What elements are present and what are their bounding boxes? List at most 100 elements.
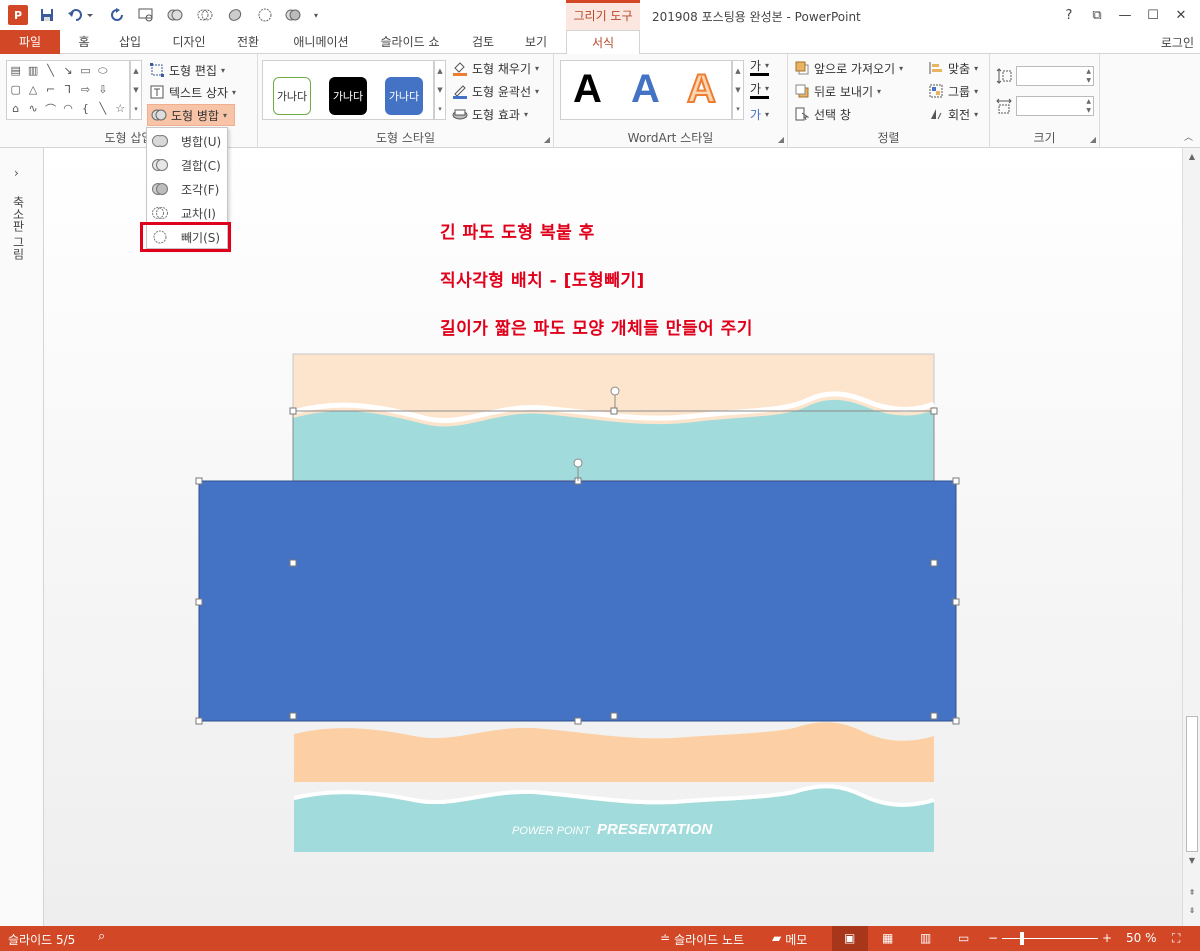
freeform-shape-icon[interactable]: ⌂ <box>7 99 24 118</box>
tab-slideshow[interactable]: 슬라이드 쇼 <box>374 30 446 54</box>
oval-shape-icon[interactable]: ⬭ <box>94 61 111 80</box>
star-shape-icon[interactable]: ☆ <box>112 99 129 118</box>
slideshow-icon[interactable] <box>136 6 156 24</box>
text-outline-button[interactable]: 가 ▾ <box>750 81 770 99</box>
zoom-slider-thumb[interactable] <box>1020 932 1024 945</box>
line-shape-icon[interactable]: ╲ <box>42 61 59 80</box>
edit-shape-button[interactable]: 도형 편집 ▾ <box>149 60 225 80</box>
wave-rotate-handle[interactable] <box>610 386 620 396</box>
undo-icon[interactable] <box>66 6 96 24</box>
orange-short-wave[interactable] <box>294 722 934 782</box>
tab-home[interactable]: 홈 <box>72 30 96 54</box>
shape-combine-icon[interactable] <box>196 6 214 24</box>
wordart-sample-orange[interactable]: A <box>686 66 717 112</box>
zoom-level[interactable]: 50 % <box>1126 931 1157 945</box>
shape-union-icon[interactable] <box>166 6 184 24</box>
wordart-gallery[interactable]: A A A <box>560 60 732 120</box>
shape-fragment-icon[interactable] <box>226 6 244 24</box>
menu-item-union[interactable]: 병합(U) <box>147 130 227 152</box>
text-box-button[interactable]: 텍스트 상자 ▾ <box>149 82 236 102</box>
wordart-sample-black[interactable]: A <box>573 67 602 112</box>
vertical-text-box-shape-icon[interactable]: ▥ <box>24 61 41 80</box>
tab-design[interactable]: 디자인 <box>166 30 212 54</box>
merge-shapes-button[interactable]: 도형 병합 ▾ <box>147 104 235 126</box>
style-sample-blue[interactable]: 가나다 <box>385 77 423 115</box>
shape-gallery[interactable]: ▤ ▥ ╲ ↘ ▭ ⬭ ▢ △ ⌐ ⅂ ⇨ ⇩ ⌂ ∿ ⌒ ◠ { ╲ ☆ <box>6 60 130 120</box>
shape-gallery-scroll[interactable]: ▲ ▼ ▾ <box>130 60 142 120</box>
curve-shape-icon[interactable]: ⌒ <box>42 99 59 118</box>
size-launcher-icon[interactable]: ◢ <box>1090 135 1096 144</box>
shape-height-input[interactable]: ▲ ▼ <box>1016 66 1094 86</box>
save-icon[interactable] <box>38 6 56 24</box>
slide-sorter-view-icon[interactable]: ▦ <box>882 931 893 945</box>
shape-intersect-icon[interactable] <box>256 6 274 24</box>
vertical-scrollbar[interactable]: ▲ ▼ ⇞ ⇟ <box>1182 148 1200 926</box>
fit-slide-icon[interactable]: ⛶ <box>1172 931 1180 946</box>
text-fill-button[interactable]: 가 ▾ <box>750 58 770 76</box>
elbow-arrow-shape-icon[interactable]: ⅂ <box>59 80 76 99</box>
comments-button[interactable]: ▰ 메모 <box>772 931 807 948</box>
wordart-scroll[interactable]: ▲ ▼ ▾ <box>732 60 744 120</box>
tab-insert[interactable]: 삽입 <box>112 30 148 54</box>
tab-format[interactable]: 서식 <box>566 30 640 55</box>
reading-view-icon[interactable]: ▥ <box>920 931 931 945</box>
expand-thumbnails-chevron-icon[interactable]: › <box>14 166 19 180</box>
login-link[interactable]: 로그인 <box>1161 34 1194 51</box>
zoom-slider-track[interactable] <box>1002 938 1098 939</box>
ribbon-display-options-button[interactable]: ⧉ <box>1084 4 1110 26</box>
redo-icon[interactable] <box>108 6 126 24</box>
tab-transitions[interactable]: 전환 <box>228 30 268 54</box>
scroll-up-icon[interactable]: ▲ <box>1186 152 1198 161</box>
collapse-ribbon-icon[interactable]: ︿ <box>1184 130 1193 143</box>
spellcheck-icon[interactable]: ⌕ <box>98 929 105 944</box>
text-box-shape-icon[interactable]: ▤ <box>7 61 24 80</box>
align-button[interactable]: 맞춤 ▾ <box>928 58 978 78</box>
next-slide-icon[interactable]: ⇟ <box>1186 906 1198 915</box>
scribble-shape-icon[interactable]: ∿ <box>24 99 41 118</box>
thumbnails-label[interactable]: 축소판 그림 <box>10 196 27 260</box>
blue-rectangle[interactable] <box>198 480 957 722</box>
right-arrow-shape-icon[interactable]: ⇨ <box>77 80 94 99</box>
tab-view[interactable]: 보기 <box>518 30 554 54</box>
previous-slide-icon[interactable]: ⇞ <box>1186 888 1198 897</box>
shape-fill-button[interactable]: 도형 채우기 ▾ <box>452 58 539 78</box>
normal-view-button[interactable]: ▣ <box>832 926 868 951</box>
maximize-button[interactable]: ☐ <box>1140 4 1166 26</box>
minimize-button[interactable]: — <box>1112 4 1138 26</box>
group-button[interactable]: 그룹 ▾ <box>928 81 978 101</box>
shape-subtract-icon[interactable] <box>284 6 302 24</box>
menu-item-intersect[interactable]: 교차(I) <box>147 202 227 224</box>
menu-item-combine[interactable]: 결합(C) <box>147 154 227 176</box>
text-effects-button[interactable]: 가 ▾ <box>750 104 769 124</box>
wordart-launcher-icon[interactable]: ◢ <box>778 135 784 144</box>
arrow-line-shape-icon[interactable]: ↘ <box>59 61 76 80</box>
shape-width-input[interactable]: ▲ ▼ <box>1016 96 1094 116</box>
triangle-shape-icon[interactable]: △ <box>24 80 41 99</box>
send-backward-button[interactable]: 뒤로 보내기 ▾ <box>794 81 881 101</box>
slideshow-view-icon[interactable]: ▭ <box>958 931 969 945</box>
rectangle-shape-icon[interactable]: ▭ <box>77 61 94 80</box>
wordart-sample-blue[interactable]: A <box>631 67 660 112</box>
close-button[interactable]: ✕ <box>1168 4 1194 26</box>
down-arrow-shape-icon[interactable]: ⇩ <box>94 80 111 99</box>
style-sample-black[interactable]: 가나다 <box>329 77 367 115</box>
shape-outline-button[interactable]: 도형 윤곽선 ▾ <box>452 81 539 101</box>
tab-animations[interactable]: 애니메이션 <box>284 30 358 54</box>
customize-qat-icon[interactable]: ▾ <box>310 6 322 24</box>
notes-button[interactable]: ≐ 슬라이드 노트 <box>660 931 744 948</box>
help-button[interactable]: ? <box>1056 4 1082 26</box>
bring-forward-button[interactable]: 앞으로 가져오기 ▾ <box>794 58 903 78</box>
shape-style-scroll[interactable]: ▲ ▼ ▾ <box>434 60 446 120</box>
scrollbar-thumb[interactable] <box>1186 716 1198 852</box>
more-shape-icon[interactable] <box>112 61 129 80</box>
scroll-down-icon[interactable]: ▼ <box>1186 856 1198 865</box>
rounded-rectangle-shape-icon[interactable]: ▢ <box>7 80 24 99</box>
powerpoint-app-icon[interactable]: P <box>8 5 28 25</box>
tab-review[interactable]: 검토 <box>466 30 500 54</box>
selection-pane-button[interactable]: 선택 창 <box>794 104 851 124</box>
arc-shape-icon[interactable]: ◠ <box>59 99 76 118</box>
style-sample-outline[interactable]: 가나다 <box>273 77 311 115</box>
shape-styles-launcher-icon[interactable]: ◢ <box>544 135 550 144</box>
zoom-out-icon[interactable]: − <box>988 931 998 945</box>
zoom-in-icon[interactable]: + <box>1102 931 1112 945</box>
